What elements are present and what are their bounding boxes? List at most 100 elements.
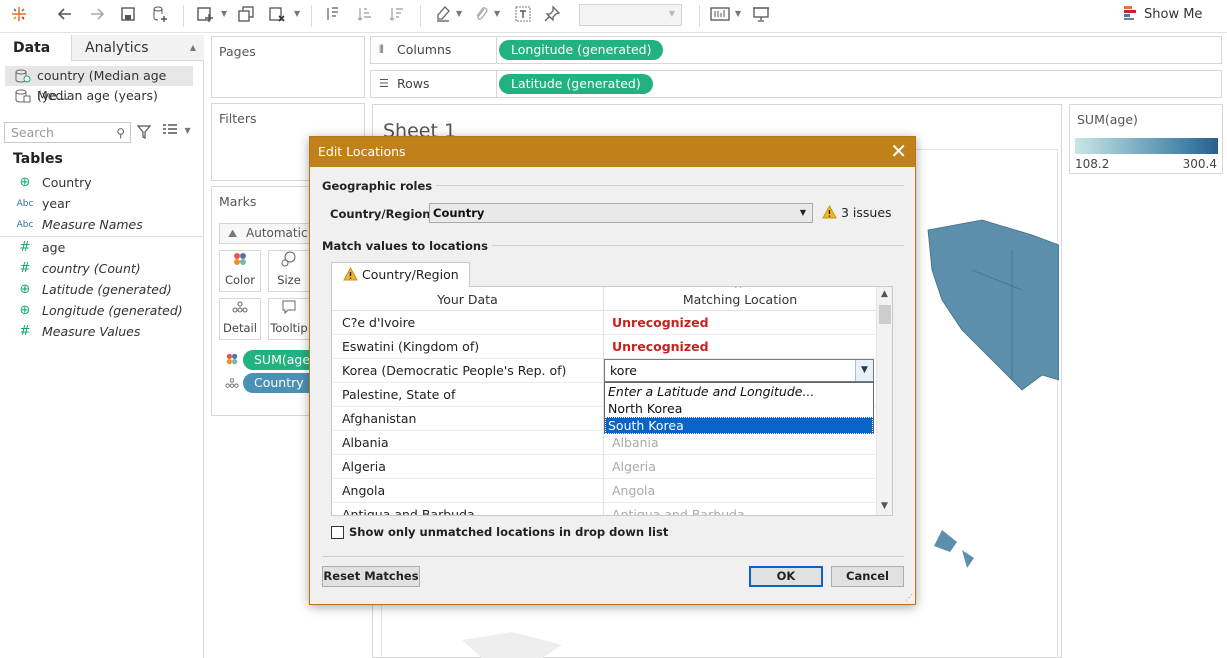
field-divider	[0, 236, 204, 237]
presentation-icon[interactable]	[750, 5, 772, 27]
cancel-button[interactable]: Cancel	[831, 566, 904, 587]
save-icon[interactable]	[117, 5, 139, 27]
field-year[interactable]: Abc year	[0, 194, 204, 214]
field-country[interactable]: ⊕ Country	[0, 173, 204, 193]
table-row[interactable]: Angola Angola	[332, 479, 876, 503]
undo-icon[interactable]	[54, 5, 76, 27]
new-datasource-icon[interactable]	[149, 5, 171, 27]
match-values-label: Match values to locations	[322, 239, 492, 253]
table-row[interactable]: Eswatini (Kingdom of) Unrecognized	[332, 335, 876, 359]
pill-label: SUM(age)	[254, 352, 315, 367]
matching-location-cell[interactable]: Unrecognized	[604, 311, 876, 335]
highlight-icon[interactable]	[432, 5, 454, 27]
dropdown-option-lat-long[interactable]: Enter a Latitude and Longitude...	[605, 383, 873, 400]
field-longitude[interactable]: ⊕ Longitude (generated)	[0, 301, 204, 321]
globe-icon: ⊕	[19, 282, 31, 297]
unmatched-only-checkbox[interactable]	[331, 526, 344, 539]
tab-data[interactable]: Data	[0, 35, 72, 61]
field-measure-names[interactable]: Abc Measure Names	[0, 215, 204, 235]
search-placeholder: Search	[11, 125, 54, 140]
matching-location-cell[interactable]: Unrecognized	[604, 335, 876, 359]
tab-scroll-icon[interactable]: ▲	[190, 35, 196, 61]
rows-shelf[interactable]: ☰ Rows Latitude (generated)	[370, 70, 1222, 98]
redo-icon[interactable]	[86, 5, 108, 27]
chevron-down-icon[interactable]: ▼	[494, 9, 500, 18]
size-icon	[269, 251, 309, 273]
field-measure-values[interactable]: # Measure Values	[0, 322, 204, 342]
pin-icon[interactable]	[541, 5, 563, 27]
duplicate-icon[interactable]	[235, 5, 257, 27]
matching-location-combobox[interactable]: kore ▼	[604, 359, 874, 382]
sort-ascending-icon[interactable]	[354, 5, 376, 27]
color-legend[interactable]: SUM(age) 108.2 300.4	[1069, 104, 1223, 174]
sort-descending-icon[interactable]	[386, 5, 408, 27]
matching-location-cell[interactable]: Angola	[604, 479, 876, 503]
search-icon[interactable]: ⚲	[116, 124, 125, 143]
columns-shelf[interactable]: ⦀ Columns Longitude (generated)	[370, 36, 1222, 64]
field-latitude[interactable]: ⊕ Latitude (generated)	[0, 280, 204, 300]
resize-grip-icon[interactable]: ⋰	[905, 593, 913, 602]
field-country-count[interactable]: # country (Count)	[0, 259, 204, 279]
datasource-item[interactable]: country (Median age (ye...	[5, 66, 193, 103]
tooltip-button[interactable]: Tooltip	[268, 298, 310, 340]
search-input[interactable]: Search ⚲	[4, 122, 131, 143]
new-worksheet-icon[interactable]	[194, 5, 216, 27]
label-icon[interactable]	[512, 5, 534, 27]
dropdown-option-south-korea[interactable]: South Korea	[605, 417, 873, 434]
field-label: Measure Values	[42, 324, 141, 339]
field-age[interactable]: # age	[0, 238, 204, 258]
latitude-pill[interactable]: Latitude (generated)	[499, 74, 653, 94]
tab-analytics[interactable]: Analytics ▲	[72, 35, 204, 61]
warning-icon	[343, 265, 358, 281]
fit-dropdown[interactable]: ▼	[579, 4, 682, 26]
tab-country-region[interactable]: Country/Region	[331, 262, 470, 287]
issues-indicator: 3 issues	[822, 204, 892, 220]
chevron-down-icon[interactable]: ▼	[456, 9, 462, 18]
column-header-your-data[interactable]: Your Data	[332, 287, 604, 311]
columns-label-text: Columns	[397, 42, 452, 57]
datasource-label: Median age (years)	[37, 88, 158, 103]
fit-icon[interactable]	[709, 5, 731, 27]
datasource-item[interactable]: Median age (years)	[5, 86, 193, 106]
table-row[interactable]: Algeria Algeria	[332, 455, 876, 479]
reset-matches-button[interactable]: Reset Matches	[322, 566, 420, 587]
filter-icon[interactable]	[136, 124, 152, 140]
pages-shelf[interactable]: Pages	[211, 36, 365, 98]
color-button[interactable]: Color	[219, 250, 261, 292]
unmatched-only-label[interactable]: Show only unmatched locations in drop do…	[349, 525, 668, 539]
legend-max: 300.4	[1182, 157, 1217, 171]
matching-location-cell[interactable]: Albania	[604, 431, 876, 455]
scroll-down-icon[interactable]: ▼	[881, 501, 888, 511]
table-row[interactable]: Antigua and Barbuda Antigua and Barbuda	[332, 503, 876, 515]
columns-icon: ⦀	[379, 43, 384, 56]
chevron-down-icon[interactable]: ▼	[855, 360, 873, 381]
map-icon: ⛰	[228, 227, 238, 240]
view-options-icon[interactable]: ▼	[163, 123, 193, 141]
scrollbar-thumb[interactable]	[879, 305, 891, 324]
longitude-pill[interactable]: Longitude (generated)	[499, 40, 664, 60]
number-type-icon: #	[19, 240, 31, 255]
tableau-logo-icon[interactable]	[8, 5, 30, 27]
swap-icon[interactable]	[322, 5, 344, 27]
scroll-up-icon[interactable]: ▲	[881, 289, 888, 299]
matching-location-cell[interactable]: Antigua and Barbuda	[604, 503, 876, 515]
close-icon[interactable]: ✕	[890, 140, 907, 162]
size-button[interactable]: Size	[268, 250, 310, 292]
ok-button[interactable]: OK	[749, 566, 823, 587]
chevron-down-icon[interactable]: ▼	[735, 9, 741, 18]
chevron-down-icon[interactable]: ▼	[221, 9, 227, 18]
vertical-scrollbar[interactable]: ▲ ▼	[876, 287, 892, 515]
clear-icon[interactable]	[266, 5, 288, 27]
your-data-cell: Korea (Democratic People's Rep. of)	[332, 359, 604, 383]
table-row[interactable]: C?e d'Ivoire Unrecognized	[332, 311, 876, 335]
show-me-button[interactable]: Show Me	[1124, 6, 1202, 26]
tooltip-icon	[269, 299, 309, 321]
dialog-titlebar[interactable]: Edit Locations ✕	[310, 137, 915, 167]
chevron-down-icon[interactable]: ▼	[294, 9, 300, 18]
country-region-select[interactable]: Country ▼	[429, 203, 813, 223]
table-row[interactable]: Albania Albania	[332, 431, 876, 455]
detail-button[interactable]: Detail	[219, 298, 261, 340]
group-icon[interactable]	[470, 5, 492, 27]
dropdown-option-north-korea[interactable]: North Korea	[605, 400, 873, 417]
matching-location-cell[interactable]: Algeria	[604, 455, 876, 479]
